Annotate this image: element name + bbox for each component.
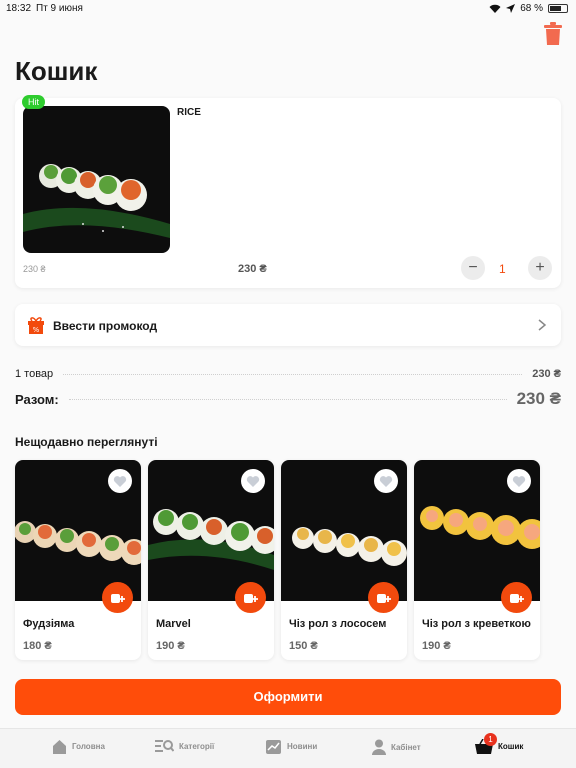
items-count-label: 1 товар xyxy=(15,368,54,380)
add-to-cart-button[interactable] xyxy=(501,582,532,613)
heart-icon xyxy=(246,475,260,487)
product-card[interactable]: Чіз рол з креветкою 190 ₴ xyxy=(414,460,540,660)
heart-icon xyxy=(512,475,526,487)
user-icon xyxy=(372,739,386,755)
gift-icon: % xyxy=(28,317,44,334)
favorite-button[interactable] xyxy=(241,469,265,493)
cart-item-card: RICE 230 ₴ 230 ₴ − 1 + xyxy=(15,98,561,288)
tab-account-label: Кабінет xyxy=(391,742,421,752)
location-arrow-icon xyxy=(506,4,516,13)
status-right: 68 % xyxy=(489,3,568,14)
cart-item-name: RICE xyxy=(177,107,201,118)
product-price: 180 ₴ xyxy=(23,640,52,652)
items-sum-value: 230 ₴ xyxy=(532,368,561,380)
chevron-right-icon xyxy=(538,319,547,331)
add-to-cart-button[interactable] xyxy=(102,582,133,613)
favorite-button[interactable] xyxy=(108,469,132,493)
cart-count-badge: 1 xyxy=(484,733,497,746)
checkout-button[interactable]: Оформити xyxy=(15,679,561,715)
tab-cart-label: Кошик xyxy=(498,742,524,751)
tab-categories[interactable]: Категорії xyxy=(155,739,214,753)
tab-news-label: Новини xyxy=(287,742,318,751)
product-name: Чіз рол з креветкою xyxy=(422,618,531,630)
total-value: 230 ₴ xyxy=(516,389,561,408)
product-name: Чіз рол з лососем xyxy=(289,618,387,630)
product-card[interactable]: Чіз рол з лососем 150 ₴ xyxy=(281,460,407,660)
quantity-value: 1 xyxy=(499,262,506,276)
add-to-cart-icon xyxy=(509,593,524,603)
product-card[interactable]: Фудзіяма 180 ₴ xyxy=(15,460,141,660)
dotted-leader xyxy=(68,398,507,400)
items-count-row: 1 товар 230 ₴ xyxy=(15,368,561,380)
wifi-icon xyxy=(489,4,501,13)
home-icon xyxy=(53,740,66,754)
tab-account[interactable]: Кабінет xyxy=(372,739,421,755)
cart-item-price: 230 ₴ xyxy=(238,263,267,275)
tab-news[interactable]: Новини xyxy=(266,739,317,754)
status-time: 18:32 xyxy=(6,3,32,14)
categories-search-icon xyxy=(155,740,174,752)
product-price: 190 ₴ xyxy=(156,640,185,652)
add-to-cart-icon xyxy=(243,593,258,603)
recently-viewed-title: Нещодавно переглянуті xyxy=(15,435,158,449)
status-bar: 18:32 Пт 9 июня 68 % xyxy=(0,0,576,18)
dotted-leader xyxy=(63,373,523,375)
increase-quantity-button[interactable]: + xyxy=(528,256,552,280)
page-title: Кошик xyxy=(15,56,98,86)
svg-text:%: % xyxy=(33,326,40,334)
battery-percent: 68 % xyxy=(520,3,543,14)
product-price: 190 ₴ xyxy=(422,640,451,652)
total-label: Разом: xyxy=(15,391,59,407)
add-to-cart-button[interactable] xyxy=(235,582,266,613)
tab-home-label: Головна xyxy=(72,742,105,751)
decrease-quantity-button[interactable]: − xyxy=(461,256,485,280)
tab-categories-label: Категорії xyxy=(179,741,215,751)
add-to-cart-button[interactable] xyxy=(368,582,399,613)
product-image xyxy=(23,106,170,253)
add-to-cart-icon xyxy=(110,593,125,603)
heart-icon xyxy=(113,475,127,487)
news-chart-icon xyxy=(266,740,281,754)
promo-code-row[interactable]: % Ввести промокод xyxy=(15,304,561,346)
favorite-button[interactable] xyxy=(374,469,398,493)
favorite-button[interactable] xyxy=(507,469,531,493)
tab-home[interactable]: Головна xyxy=(52,739,105,754)
product-name: Marvel xyxy=(156,618,191,630)
product-price: 150 ₴ xyxy=(289,640,318,652)
promo-code-label: Ввести промокод xyxy=(53,319,158,333)
tab-cart[interactable]: Кошик xyxy=(475,739,523,754)
total-row: Разом: 230 ₴ xyxy=(15,389,561,409)
hit-badge: Hit xyxy=(22,95,45,109)
status-date: Пт 9 июня xyxy=(36,3,83,14)
add-to-cart-icon xyxy=(376,593,391,603)
trash-icon[interactable] xyxy=(543,22,563,46)
heart-icon xyxy=(379,475,393,487)
battery-icon xyxy=(548,4,568,13)
product-card[interactable]: Marvel 190 ₴ xyxy=(148,460,274,660)
product-name: Фудзіяма xyxy=(23,618,75,630)
cart-item-old-price: 230 ₴ xyxy=(23,264,46,274)
